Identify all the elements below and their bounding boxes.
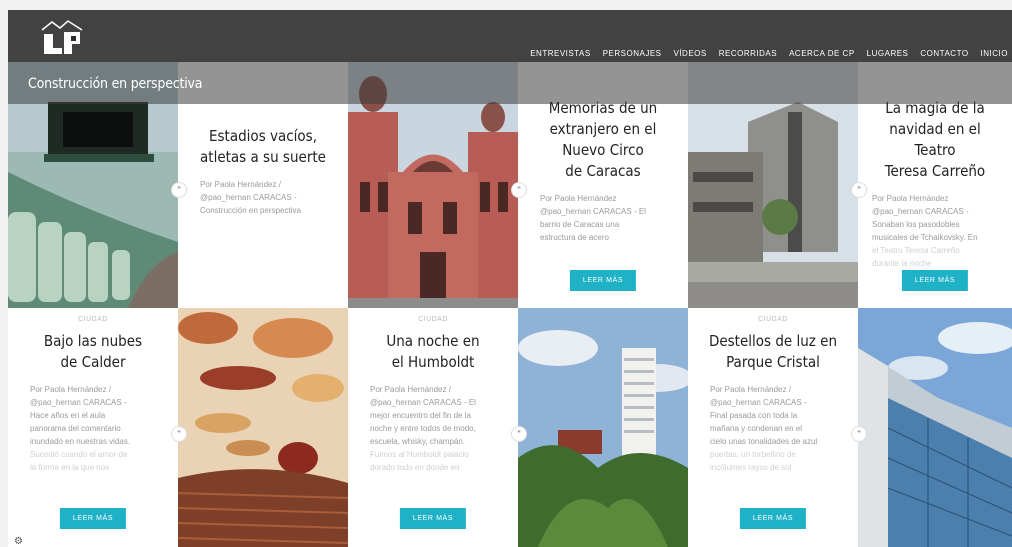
comment-icon[interactable]: ❝ xyxy=(171,426,187,442)
nav-acerca[interactable]: ACERCA DE CP xyxy=(789,49,855,58)
site-logo[interactable] xyxy=(38,18,86,58)
article-card-parque-cristal[interactable]: CIUDAD Destellos de luz en Parque Crista… xyxy=(688,308,858,547)
title-bar: Construcción en perspectiva xyxy=(8,62,1012,104)
comment-icon[interactable]: ❝ xyxy=(171,182,187,198)
humboldt-tower-image[interactable] xyxy=(518,308,688,547)
read-more-button[interactable]: LEER MÁS xyxy=(739,508,807,529)
category-label[interactable]: CIUDAD xyxy=(688,316,858,323)
read-more-button[interactable]: LEER MÁS xyxy=(59,508,127,529)
category-label[interactable]: CIUDAD xyxy=(8,316,178,323)
comment-icon[interactable]: ❝ xyxy=(851,182,867,198)
comment-icon[interactable]: ❝ xyxy=(511,426,527,442)
article-title[interactable]: Una noche en el Humboldt xyxy=(348,331,518,373)
article-excerpt: Por Paola Hernández / @pao_hernan CARACA… xyxy=(710,385,818,472)
read-more-button[interactable]: LEER MÁS xyxy=(569,270,637,291)
nav-videos[interactable]: VÍDEOS xyxy=(674,49,707,58)
article-excerpt: Por Paola Hernández @pao_hernan CARACAS … xyxy=(872,194,978,268)
parque-cristal-image[interactable] xyxy=(858,308,1012,547)
article-excerpt: Por Paola Hernández / @pao_hernan CARACA… xyxy=(370,385,476,472)
page-frame: ENTREVISTAS PERSONAJES VÍDEOS RECORRIDAS… xyxy=(8,10,1012,547)
article-excerpt: Por Paola Hernández / @pao_hernan CARACA… xyxy=(200,180,301,215)
nav-contacto[interactable]: CONTACTO xyxy=(920,49,968,58)
category-label[interactable]: CIUDAD xyxy=(348,316,518,323)
nav-entrevistas[interactable]: ENTREVISTAS xyxy=(530,49,590,58)
article-title[interactable]: Memorias de un extranjero en el Nuevo Ci… xyxy=(518,98,688,182)
article-excerpt: Por Paola Hernández / @pao_hernan CARACA… xyxy=(30,385,131,472)
site-title[interactable]: Construcción en perspectiva xyxy=(28,76,202,92)
nav-lugares[interactable]: LUGARES xyxy=(867,49,909,58)
read-more-button[interactable]: LEER MÁS xyxy=(901,270,969,291)
main-nav: ENTREVISTAS PERSONAJES VÍDEOS RECORRIDAS… xyxy=(530,49,1008,58)
article-excerpt: Por Paola Hernández @pao_hernan CARACAS … xyxy=(540,194,646,242)
article-title[interactable]: La magia de la navidad en el Teatro Tere… xyxy=(858,98,1012,182)
nav-inicio[interactable]: INICIO xyxy=(981,49,1008,58)
read-more-button[interactable]: LEER MÁS xyxy=(399,508,467,529)
nav-recorridas[interactable]: RECORRIDAS xyxy=(719,49,777,58)
top-navbar: ENTREVISTAS PERSONAJES VÍDEOS RECORRIDAS… xyxy=(8,10,1012,62)
article-card-humboldt[interactable]: CIUDAD Una noche en el Humboldt Por Paol… xyxy=(348,308,518,547)
article-card-calder[interactable]: CIUDAD Bajo las nubes de Calder Por Paol… xyxy=(8,308,178,547)
article-title[interactable]: Bajo las nubes de Calder xyxy=(8,331,178,373)
calder-clouds-image[interactable] xyxy=(178,308,348,547)
gear-icon[interactable]: ⚙ xyxy=(14,536,23,547)
article-title[interactable]: Estadios vacíos, atletas a su suerte xyxy=(178,126,348,168)
article-title[interactable]: Destellos de luz en Parque Cristal xyxy=(688,331,858,373)
comment-icon[interactable]: ❝ xyxy=(511,182,527,198)
comment-icon[interactable]: ❝ xyxy=(851,426,867,442)
nav-personajes[interactable]: PERSONAJES xyxy=(603,49,662,58)
